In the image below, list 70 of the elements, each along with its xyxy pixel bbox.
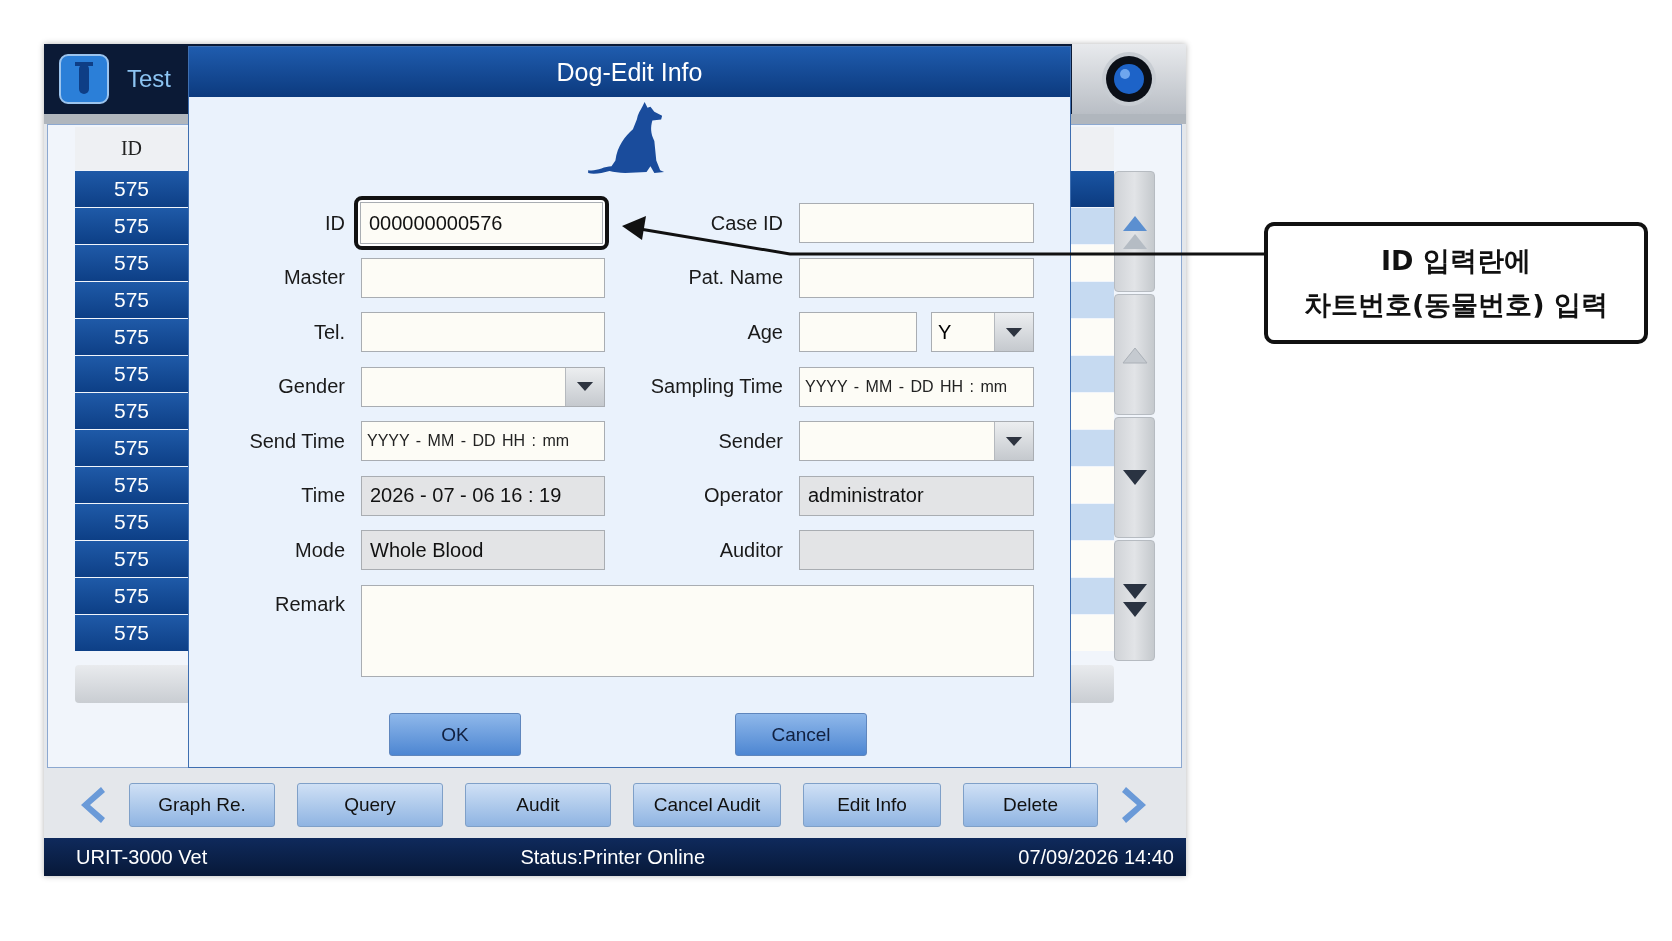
remark-field[interactable] xyxy=(361,584,1034,677)
table-cell: 575 xyxy=(75,208,188,244)
test-tube-icon[interactable] xyxy=(59,54,109,104)
field-label: Sender xyxy=(718,429,783,453)
field-label: Case ID xyxy=(710,211,783,235)
field-label: ID xyxy=(325,211,345,235)
field-label: Mode xyxy=(294,538,345,562)
table-cell: 575 xyxy=(75,356,188,392)
date-time: 07/09/2026 14:40 xyxy=(1018,845,1174,869)
caret-icon xyxy=(1005,326,1023,338)
input-field[interactable]: YYYY - MM - DD HH : mm xyxy=(799,366,1034,407)
printer-status: Status:Printer Online xyxy=(520,845,705,869)
toolbar-button[interactable]: Graph Re. xyxy=(129,783,275,827)
dialog-button[interactable]: Cancel xyxy=(735,713,867,756)
dropdown-arrow-button[interactable] xyxy=(565,367,604,406)
table-cell: 575 xyxy=(75,615,188,651)
scroll-top-button[interactable] xyxy=(1114,171,1155,292)
dropdown-arrow-button[interactable] xyxy=(994,313,1033,351)
field-label: Time xyxy=(301,484,345,507)
input-field[interactable]: 2026 - 07 - 06 16 : 19 xyxy=(361,475,605,516)
field-label: Age xyxy=(747,320,783,344)
table-cell: 575 xyxy=(75,467,188,503)
field-label: Auditor xyxy=(719,538,783,562)
table-cell: 575 xyxy=(75,541,188,577)
dialog-title: Dog-Edit Info xyxy=(189,47,1070,97)
table-cell: 575 xyxy=(75,282,188,318)
model-name: URIT-3000 Vet xyxy=(76,845,208,869)
dropdown-field[interactable] xyxy=(799,421,1034,461)
field-label: Remark xyxy=(275,592,345,616)
table-cell: 575 xyxy=(75,245,188,281)
input-field[interactable] xyxy=(799,312,917,352)
field-label: Tel. xyxy=(313,320,345,344)
input-field[interactable] xyxy=(799,203,1034,243)
table-cell: 575 xyxy=(75,504,188,540)
toolbar-button[interactable]: Audit xyxy=(465,783,611,827)
toolbar-button[interactable]: Cancel Audit xyxy=(633,783,781,827)
input-field[interactable]: YYYY - MM - DD HH : mm xyxy=(361,421,605,461)
column-header: ID xyxy=(75,127,188,170)
dialog-button[interactable]: OK xyxy=(389,713,521,756)
input-field[interactable] xyxy=(361,257,605,298)
field-label: Sampling Time xyxy=(650,375,783,398)
field-label: Pat. Name xyxy=(688,266,783,289)
unit-dropdown[interactable]: Y xyxy=(931,312,1034,352)
field-label: Gender xyxy=(278,375,345,398)
dropdown-arrow-button[interactable] xyxy=(994,422,1033,460)
toolbar-button[interactable]: Delete xyxy=(963,783,1098,827)
input-field[interactable] xyxy=(361,312,605,352)
field-label: Master xyxy=(283,266,345,289)
app-title: Test xyxy=(127,65,171,93)
table-cell: 575 xyxy=(75,430,188,466)
callout-text: ID 입력란에 xyxy=(1381,244,1531,278)
table-cell: 575 xyxy=(75,171,188,207)
dropdown-field[interactable] xyxy=(361,366,605,407)
toolbar-button[interactable]: Edit Info xyxy=(803,783,941,827)
toolbar-button[interactable]: Query xyxy=(297,783,443,827)
field-label: Operator xyxy=(704,484,783,507)
table-cell: 575 xyxy=(75,578,188,614)
input-field[interactable]: administrator xyxy=(799,475,1034,516)
power-knob-icon[interactable] xyxy=(1101,51,1157,107)
caret-icon xyxy=(1005,435,1023,447)
input-field[interactable] xyxy=(799,530,1034,570)
input-field[interactable]: 000000000576 xyxy=(360,202,603,244)
scroll-down-button[interactable] xyxy=(1114,417,1155,538)
input-field[interactable]: Whole Blood xyxy=(361,530,605,570)
field-label: Send Time xyxy=(249,429,345,453)
input-field[interactable] xyxy=(799,257,1034,298)
callout-text: 차트번호(동물번호) 입력 xyxy=(1303,288,1609,322)
table-cell: 575 xyxy=(75,319,188,355)
scroll-bottom-button[interactable] xyxy=(1114,540,1155,661)
table-cell: 575 xyxy=(75,393,188,429)
